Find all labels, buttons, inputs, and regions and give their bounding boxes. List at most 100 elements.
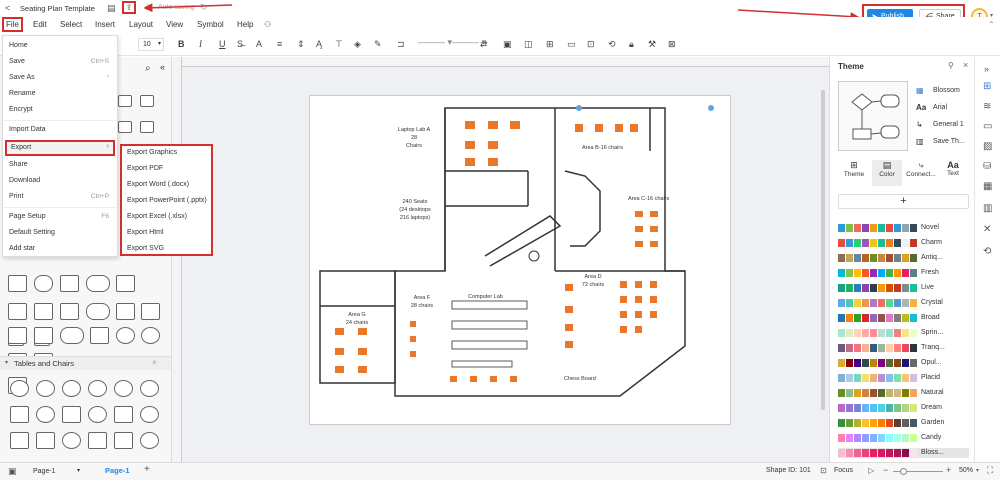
theme-preview[interactable]: [838, 81, 908, 151]
shape-item[interactable]: [60, 303, 79, 320]
theme-icon[interactable]: ⊞: [983, 81, 991, 92]
community-icon[interactable]: ⚇: [264, 20, 271, 29]
menu-symbol[interactable]: Symbol: [197, 20, 224, 29]
rotate-icon[interactable]: ⟲: [608, 39, 616, 50]
theme-name[interactable]: Garden: [921, 419, 944, 426]
shuffle-icon[interactable]: ✕: [983, 224, 991, 235]
theme-name[interactable]: Broad: [921, 314, 940, 321]
table-shape[interactable]: [36, 406, 55, 423]
theme-row[interactable]: [838, 298, 918, 308]
export-svg[interactable]: Export SVG: [127, 245, 164, 252]
shape-item[interactable]: [140, 121, 154, 133]
bold-button[interactable]: B: [178, 39, 185, 49]
close-icon[interactable]: ×: [152, 358, 157, 367]
shape-item[interactable]: [8, 275, 27, 292]
theme-name[interactable]: Tranq...: [921, 344, 945, 351]
align-objects-icon[interactable]: ⊞: [546, 39, 554, 50]
lock-icon[interactable]: 🔒︎: [629, 39, 634, 50]
align-icon[interactable]: ≡: [277, 39, 282, 49]
text-box-icon[interactable]: ⊤: [335, 39, 343, 50]
collapse-panel-icon[interactable]: «: [160, 62, 165, 72]
file-menu-rename[interactable]: Rename: [9, 90, 35, 97]
close-icon[interactable]: ×: [963, 60, 968, 70]
chevron-down-icon[interactable]: ▾: [976, 467, 979, 474]
theme-name[interactable]: Charm: [921, 239, 942, 246]
shape-item[interactable]: [60, 275, 79, 292]
theme-row[interactable]: [838, 358, 918, 368]
chair-shape[interactable]: [10, 380, 29, 397]
shape-item[interactable]: [90, 327, 109, 344]
text-style-icon[interactable]: Ą: [316, 39, 322, 49]
shape-item[interactable]: [141, 327, 160, 344]
tab-connector[interactable]: ⤷ Connect...: [903, 160, 939, 186]
table-shape[interactable]: [114, 406, 133, 423]
chair-shape[interactable]: [36, 380, 55, 397]
strikethrough-icon[interactable]: S̶: [237, 39, 243, 49]
menu-view[interactable]: View: [166, 20, 183, 29]
table-shape[interactable]: [62, 432, 81, 449]
group-icon[interactable]: ⊡: [587, 39, 595, 50]
shape-item[interactable]: [60, 327, 84, 344]
focus-icon[interactable]: ⊡: [820, 466, 827, 475]
theme-row[interactable]: [838, 328, 918, 338]
file-menu-add-star[interactable]: Add star: [9, 245, 35, 252]
theme-row[interactable]: [838, 373, 918, 383]
shape-item[interactable]: [8, 303, 27, 320]
menu-layout[interactable]: Layout: [129, 20, 153, 29]
table-shape[interactable]: [140, 432, 159, 449]
menu-select[interactable]: Select: [60, 20, 82, 29]
chart-icon[interactable]: ▥: [983, 203, 992, 214]
tools-icon[interactable]: ⚒: [648, 39, 656, 50]
theme-row[interactable]: [838, 448, 969, 458]
theme-row[interactable]: [838, 418, 918, 428]
vertical-scrollbar[interactable]: [819, 60, 827, 460]
export-icon[interactable]: ⇪: [122, 1, 136, 14]
theme-name[interactable]: Fresh: [921, 269, 939, 276]
export-html[interactable]: Export Html: [127, 229, 164, 236]
add-page-button[interactable]: +: [144, 464, 150, 475]
table-shape[interactable]: [10, 432, 29, 449]
more-icon[interactable]: ⊠: [668, 39, 676, 50]
italic-button[interactable]: I: [199, 39, 202, 49]
search-icon[interactable]: ⌕: [145, 63, 151, 74]
section-header[interactable]: ▾ Tables and Chairs ×: [0, 356, 171, 370]
line-style-select[interactable]: ——— ▾: [418, 37, 452, 48]
font-theme-general[interactable]: General 1: [933, 121, 964, 128]
theme-row[interactable]: [838, 313, 918, 323]
export-word[interactable]: Export Word (.docx): [127, 181, 189, 188]
theme-row[interactable]: [838, 268, 918, 278]
file-menu-download[interactable]: Download: [9, 177, 40, 184]
page-layout-icon[interactable]: ▣: [8, 466, 17, 477]
theme-name[interactable]: Crystal: [921, 299, 943, 306]
table-shape[interactable]: [10, 406, 29, 423]
table-icon[interactable]: ▦: [983, 181, 992, 192]
tab-color[interactable]: ▤ Color: [872, 160, 902, 186]
theme-name[interactable]: Antiq...: [921, 254, 943, 261]
document-title[interactable]: Seating Plan Template: [20, 4, 95, 13]
expand-icon[interactable]: »: [984, 64, 989, 74]
table-shape[interactable]: [88, 432, 107, 449]
scroll-thumb[interactable]: [821, 90, 825, 410]
back-arrow-icon[interactable]: <: [5, 3, 10, 13]
theme-row[interactable]: [838, 223, 918, 233]
export-graphics[interactable]: Export Graphics: [127, 149, 177, 156]
save-icon[interactable]: ▤: [107, 3, 116, 14]
theme-row[interactable]: [838, 253, 918, 263]
text-size-icon[interactable]: ⇕: [297, 39, 305, 50]
text-color-icon[interactable]: A: [256, 39, 262, 49]
chair-shape[interactable]: [114, 380, 133, 397]
theme-row[interactable]: [838, 343, 918, 353]
shape-item[interactable]: [116, 327, 135, 344]
export-excel[interactable]: Export Excel (.xlsx): [127, 213, 187, 220]
zoom-out-icon[interactable]: −: [883, 465, 888, 475]
theme-name[interactable]: Placid: [921, 374, 940, 381]
zoom-slider-handle[interactable]: [900, 468, 907, 475]
collapse-icon[interactable]: ⌃: [988, 20, 995, 29]
export-pdf[interactable]: Export PDF: [127, 165, 163, 172]
layers-icon[interactable]: ≋: [983, 101, 991, 112]
shape-item[interactable]: [34, 275, 53, 292]
theme-name[interactable]: Candy: [921, 434, 941, 441]
file-menu-page-setup[interactable]: Page Setup: [9, 213, 46, 220]
chair-shape[interactable]: [62, 380, 81, 397]
file-menu-export[interactable]: Export ›: [5, 140, 115, 156]
